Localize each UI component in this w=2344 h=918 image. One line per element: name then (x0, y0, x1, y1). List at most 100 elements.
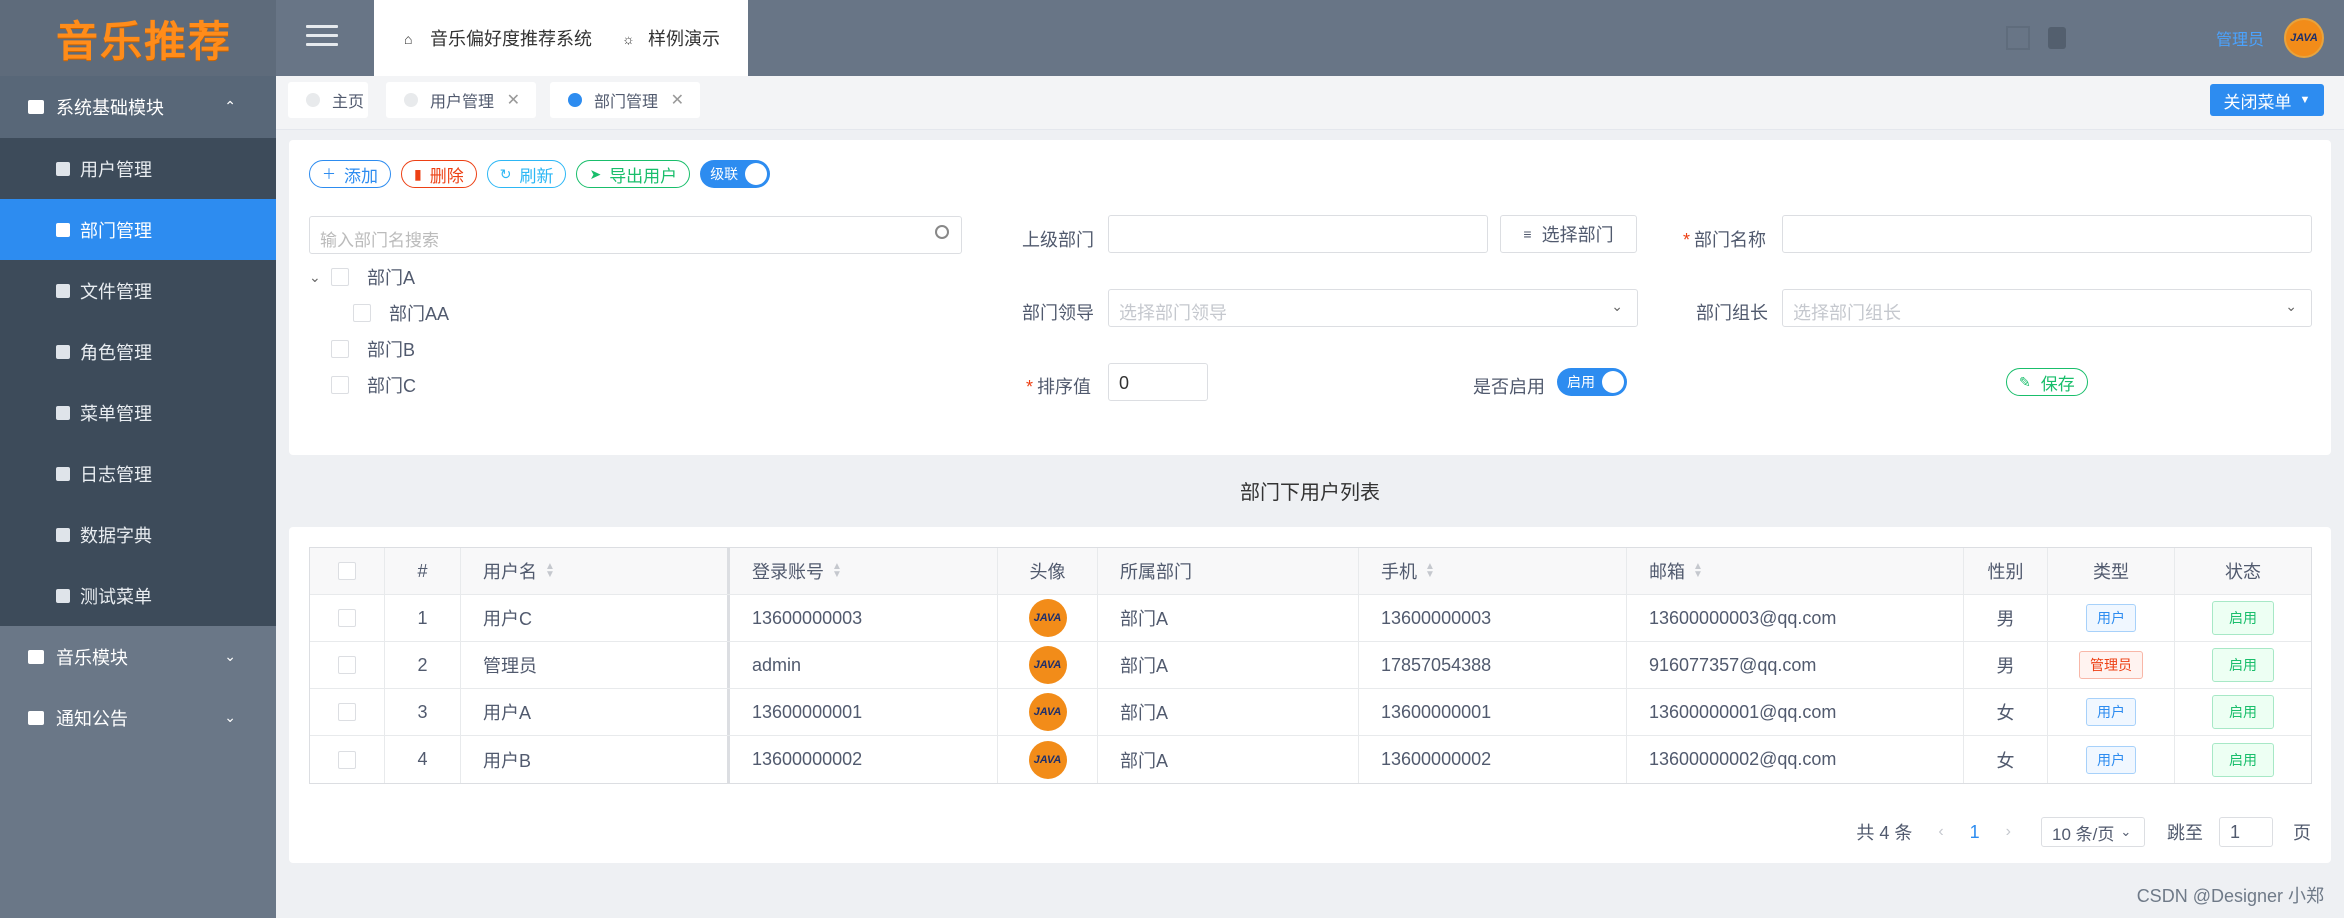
lock-icon[interactable] (2047, 27, 2066, 49)
avatar[interactable]: JAVA (1028, 599, 1067, 637)
header-username[interactable]: 用户名 ▲ ▼ (461, 548, 730, 594)
menu-group-notice[interactable]: 通知公告 ⌄ (0, 687, 276, 748)
jump-page-input[interactable]: 1 (2219, 817, 2273, 847)
tree-node-dept-a[interactable]: ⌄ 部门A (309, 264, 415, 290)
cascade-switch[interactable]: 级联 (700, 160, 771, 188)
tree-checkbox[interactable] (331, 376, 349, 394)
fullscreen-icon[interactable] (2005, 26, 2030, 50)
users-icon (56, 344, 70, 359)
table-row[interactable]: 3 用户A 13600000001 JAVA 部门A 13600000001 1… (310, 689, 2311, 736)
select-dept-button[interactable]: ≡ 选择部门 (1500, 215, 1637, 253)
status-badge[interactable]: 启用 (2212, 648, 2274, 682)
status-badge[interactable]: 启用 (2212, 601, 2274, 635)
tab-home[interactable]: 主页 (288, 82, 368, 118)
chevron-down-icon[interactable]: ⌄ (309, 269, 325, 286)
tree-node-dept-b[interactable]: 部门B (331, 336, 415, 362)
dept-name-input[interactable] (1782, 215, 2312, 253)
row-select[interactable] (310, 595, 385, 641)
tree-node-dept-aa[interactable]: 部门AA (353, 300, 449, 326)
save-button[interactable]: ✎ 保存 (2006, 368, 2088, 396)
prev-page-icon[interactable]: ‹ (1938, 823, 1943, 841)
table-row[interactable]: 4 用户B 13600000002 JAVA 部门A 13600000002 1… (310, 736, 2311, 783)
tab-department-management[interactable]: 部门管理 ✕ (550, 82, 700, 118)
top-nav-demo[interactable]: ☼ 样例演示 (622, 25, 720, 51)
sidebar-item-role-management[interactable]: 角色管理 (0, 321, 276, 382)
refresh-icon: ↻ (499, 165, 512, 182)
select-all-checkbox[interactable] (338, 562, 356, 580)
sort-input[interactable]: 0 (1108, 363, 1208, 401)
tree-checkbox[interactable] (331, 268, 349, 286)
status-badge[interactable]: 启用 (2212, 695, 2274, 729)
row-select[interactable] (310, 736, 385, 783)
add-button[interactable]: ＋ 添加 (309, 160, 391, 188)
row-status: 启用 (2175, 595, 2311, 641)
refresh-button[interactable]: ↻ 刷新 (486, 160, 567, 188)
app-logo[interactable]: 音乐推荐 (0, 0, 276, 76)
table-header-row: # 用户名 ▲ ▼ 登录账号 ▲ ▼ 头像 所属部门 手机 ▲ ▼ 邮箱 ▲ ▼ 性别 类型 状… (310, 548, 2311, 595)
tab-user-management[interactable]: 用户管理 ✕ (386, 82, 536, 118)
row-checkbox[interactable] (338, 750, 356, 769)
row-avatar: JAVA (998, 595, 1098, 641)
sidebar-item-label: 菜单管理 (80, 403, 152, 424)
row-checkbox[interactable] (338, 656, 356, 674)
tree-node-label: 部门AA (389, 304, 450, 324)
sidebar-item-department-management[interactable]: 部门管理 (0, 199, 276, 260)
avatar[interactable]: JAVA (2284, 18, 2324, 58)
delete-button[interactable]: ▮ 删除 (401, 160, 477, 188)
enable-switch[interactable]: 启用 (1557, 368, 1627, 396)
hamburger-menu-icon[interactable] (306, 25, 338, 49)
close-menu-button[interactable]: 关闭菜单 ▼ (2210, 84, 2324, 116)
menu-group-system[interactable]: 系统基础模块 ⌃ (0, 76, 276, 138)
row-select[interactable] (310, 642, 385, 688)
top-nav-home[interactable]: ⌂ 音乐偏好度推荐系统 (404, 25, 592, 51)
required-mark: * (1683, 230, 1691, 250)
sidebar-item-log-management[interactable]: 日志管理 (0, 443, 276, 504)
sort-icon[interactable]: ▲ ▼ (545, 562, 555, 580)
header-select-all[interactable] (310, 548, 385, 594)
pager-current-page[interactable]: 1 (1970, 822, 1980, 843)
row-checkbox[interactable] (338, 703, 356, 721)
sidebar-item-menu-management[interactable]: 菜单管理 (0, 382, 276, 443)
header-email[interactable]: 邮箱 ▲ ▼ (1627, 548, 1964, 594)
sort-icon[interactable]: ▲ ▼ (1425, 562, 1435, 580)
table-row[interactable]: 2 管理员 admin JAVA 部门A 17857054388 9160773… (310, 642, 2311, 689)
user-name[interactable]: 管理员 (2216, 26, 2264, 50)
export-users-button[interactable]: ➤ 导出用户 (576, 160, 691, 188)
menu-group-label: 通知公告 (56, 708, 128, 729)
row-account: admin (730, 642, 998, 688)
table-row[interactable]: 1 用户C 13600000003 JAVA 部门A 13600000003 1… (310, 595, 2311, 642)
sidebar-item-file-management[interactable]: 文件管理 (0, 260, 276, 321)
close-icon[interactable]: ✕ (671, 90, 684, 110)
tab-dot-icon (568, 93, 582, 107)
avatar[interactable]: JAVA (1028, 740, 1067, 779)
chevron-down-icon: ⌄ (2285, 298, 2297, 314)
sidebar-item-user-management[interactable]: 用户管理 (0, 138, 276, 199)
page-size-select[interactable]: 10 条/页 ⌄ (2041, 817, 2145, 847)
sidebar-item-data-dictionary[interactable]: 数据字典 (0, 504, 276, 565)
button-label: 导出用户 (609, 166, 678, 186)
sort-icon[interactable]: ▲ ▼ (1693, 562, 1703, 580)
row-checkbox[interactable] (338, 609, 356, 627)
chevron-down-icon: ⌄ (224, 709, 236, 725)
tree-search-input[interactable]: 输入部门名搜索 (309, 216, 962, 254)
tree-checkbox[interactable] (331, 340, 349, 358)
status-badge[interactable]: 启用 (2212, 742, 2274, 777)
parent-dept-input[interactable] (1108, 215, 1488, 253)
menu-group-music[interactable]: 音乐模块 ⌄ (0, 626, 276, 687)
sidebar-item-test-menu[interactable]: 测试菜单 (0, 565, 276, 626)
next-page-icon[interactable]: › (2006, 823, 2011, 841)
avatar[interactable]: JAVA (1028, 693, 1067, 731)
dept-leader-select[interactable]: 选择部门领导 ⌄ (1108, 289, 1638, 327)
header-account[interactable]: 登录账号 ▲ ▼ (730, 548, 998, 594)
dept-head-select[interactable]: 选择部门组长 ⌄ (1782, 289, 2312, 327)
row-select[interactable] (310, 689, 385, 735)
sidebar-item-label: 用户管理 (80, 159, 152, 180)
avatar[interactable]: JAVA (1028, 646, 1067, 684)
sort-icon[interactable]: ▲ ▼ (832, 562, 842, 580)
sub-menu: 用户管理 部门管理 文件管理 角色管理 菜单管理 日志管理 数据字典 测试菜单 (0, 138, 276, 626)
close-icon[interactable]: ✕ (507, 90, 520, 110)
header-phone[interactable]: 手机 ▲ ▼ (1359, 548, 1627, 594)
tree-checkbox[interactable] (353, 304, 371, 322)
tree-node-dept-c[interactable]: 部门C (331, 372, 416, 398)
tree-node-label: 部门A (367, 268, 416, 288)
